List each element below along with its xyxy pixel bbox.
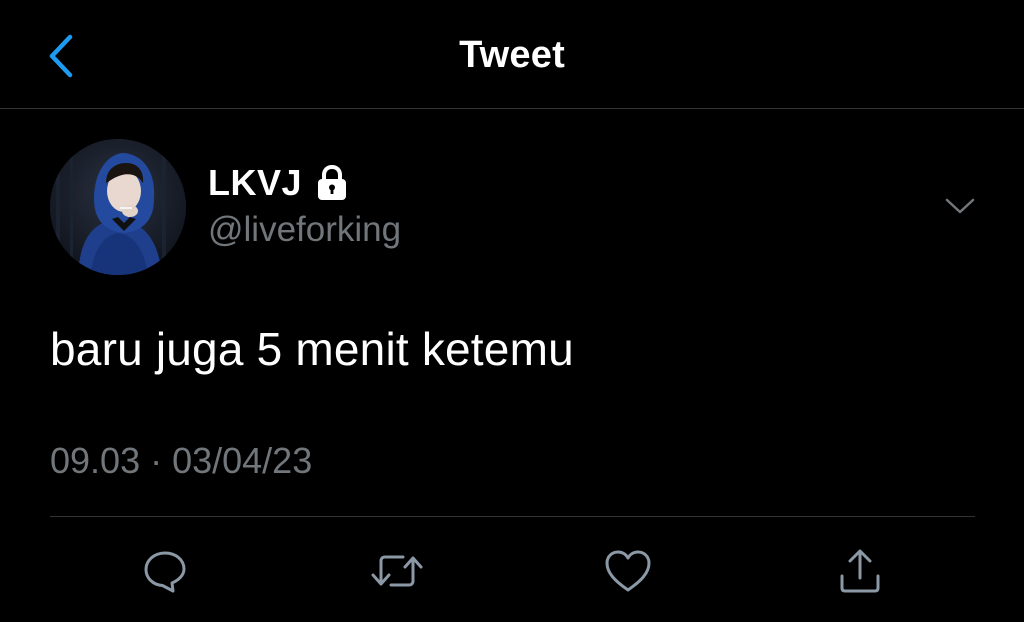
avatar-photo (50, 139, 186, 275)
tweet-timestamp[interactable]: 09.03 · 03/04/23 (50, 440, 312, 482)
tweet-text: baru juga 5 menit ketemu (50, 323, 574, 375)
retweet-button[interactable] (369, 543, 425, 599)
author-name-row: LKVJ (208, 160, 350, 206)
divider (50, 516, 975, 517)
avatar[interactable] (50, 139, 186, 275)
speech-bubble-icon (144, 551, 186, 593)
tweet-menu-button[interactable] (938, 186, 982, 226)
page-title: Tweet (459, 34, 565, 76)
share-icon (840, 549, 880, 593)
tweet-detail-screen: Tweet LKVJ @liveforking baru juga 5 meni… (0, 0, 1024, 622)
top-nav-bar: Tweet (0, 0, 1024, 109)
chevron-down-icon (945, 198, 975, 214)
retweet-icon (371, 555, 423, 587)
reply-button[interactable] (137, 543, 193, 599)
share-button[interactable] (832, 543, 888, 599)
display-name[interactable]: LKVJ (208, 162, 302, 204)
user-handle[interactable]: @liveforking (208, 210, 401, 250)
heart-icon (605, 550, 651, 592)
lock-icon (318, 164, 347, 200)
like-button[interactable] (600, 543, 656, 599)
